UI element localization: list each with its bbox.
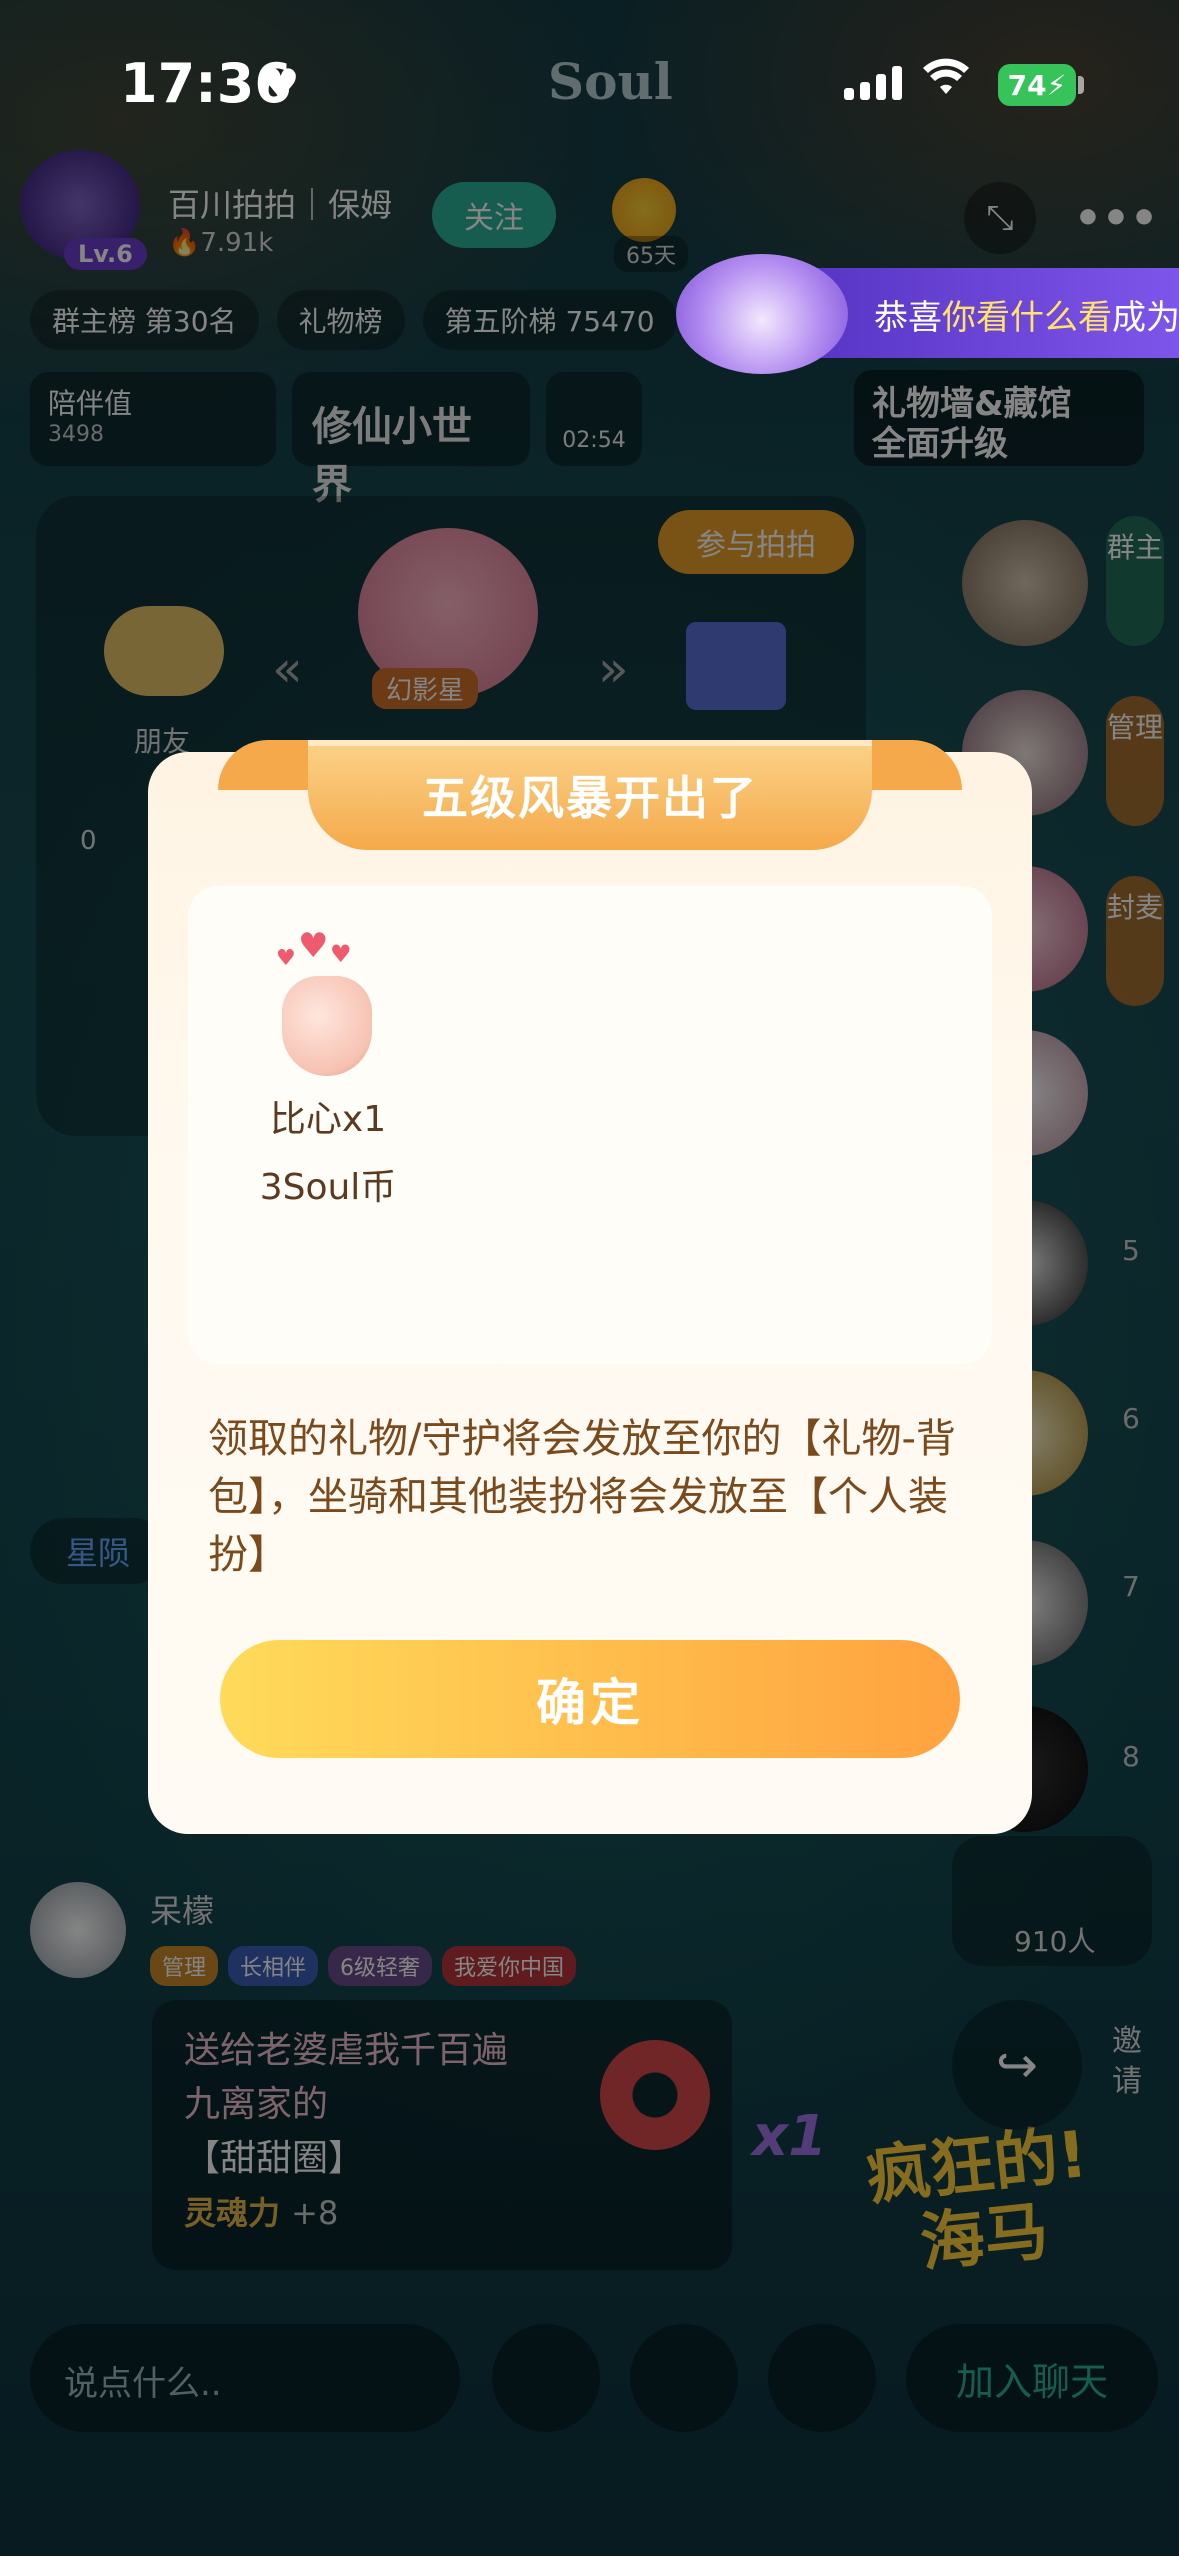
reward-modal: 五级风暴开出了 ♥ ♥ ♥ 比心x1 3Soul币 领取的礼物/守护将会发放至你… [148, 740, 1032, 1834]
modal-title: 五级风暴开出了 [422, 771, 758, 825]
congrats-suffix: 成为 [1112, 298, 1179, 338]
mascot-icon [676, 254, 848, 374]
confirm-button[interactable]: 确定 [220, 1640, 960, 1758]
battery-level: 74 [1007, 68, 1047, 102]
prize-value: 3Soul币 [259, 1167, 397, 1208]
prize-item[interactable]: ♥ ♥ ♥ 比心x1 3Soul币 [248, 926, 408, 1210]
modal-note: 领取的礼物/守护将会发放至你的【礼物-背包】，坐骑和其他装扮将会发放至【个人装扮… [208, 1416, 956, 1578]
hand-shape [282, 976, 372, 1076]
congrats-prefix: 恭喜 [874, 298, 942, 338]
app-logo: Soul [548, 52, 673, 111]
battery-tip [1078, 76, 1084, 94]
cellular-signal-icon [844, 66, 902, 100]
prize-box: ♥ ♥ ♥ 比心x1 3Soul币 [188, 886, 992, 1364]
heart-icon: ♥ [330, 940, 352, 968]
battery-icon: 74 ⚡ [998, 64, 1076, 106]
heart-icon: ♥ [276, 946, 296, 971]
wifi-icon [922, 58, 970, 109]
heart-icon: ♥ [298, 926, 329, 966]
modal-header: 五级风暴开出了 [308, 740, 872, 850]
congrats-text: 恭喜你看什么看成为 [874, 290, 1179, 339]
status-bar: 17:36 ♥ Soul 74 ⚡ [0, 0, 1179, 170]
finger-heart-icon: ♥ ♥ ♥ [268, 926, 388, 1076]
congrats-user: 你看什么看 [942, 298, 1112, 338]
heart-icon: ♥ [262, 60, 300, 109]
prize-name: 比心x1 [269, 1099, 387, 1140]
